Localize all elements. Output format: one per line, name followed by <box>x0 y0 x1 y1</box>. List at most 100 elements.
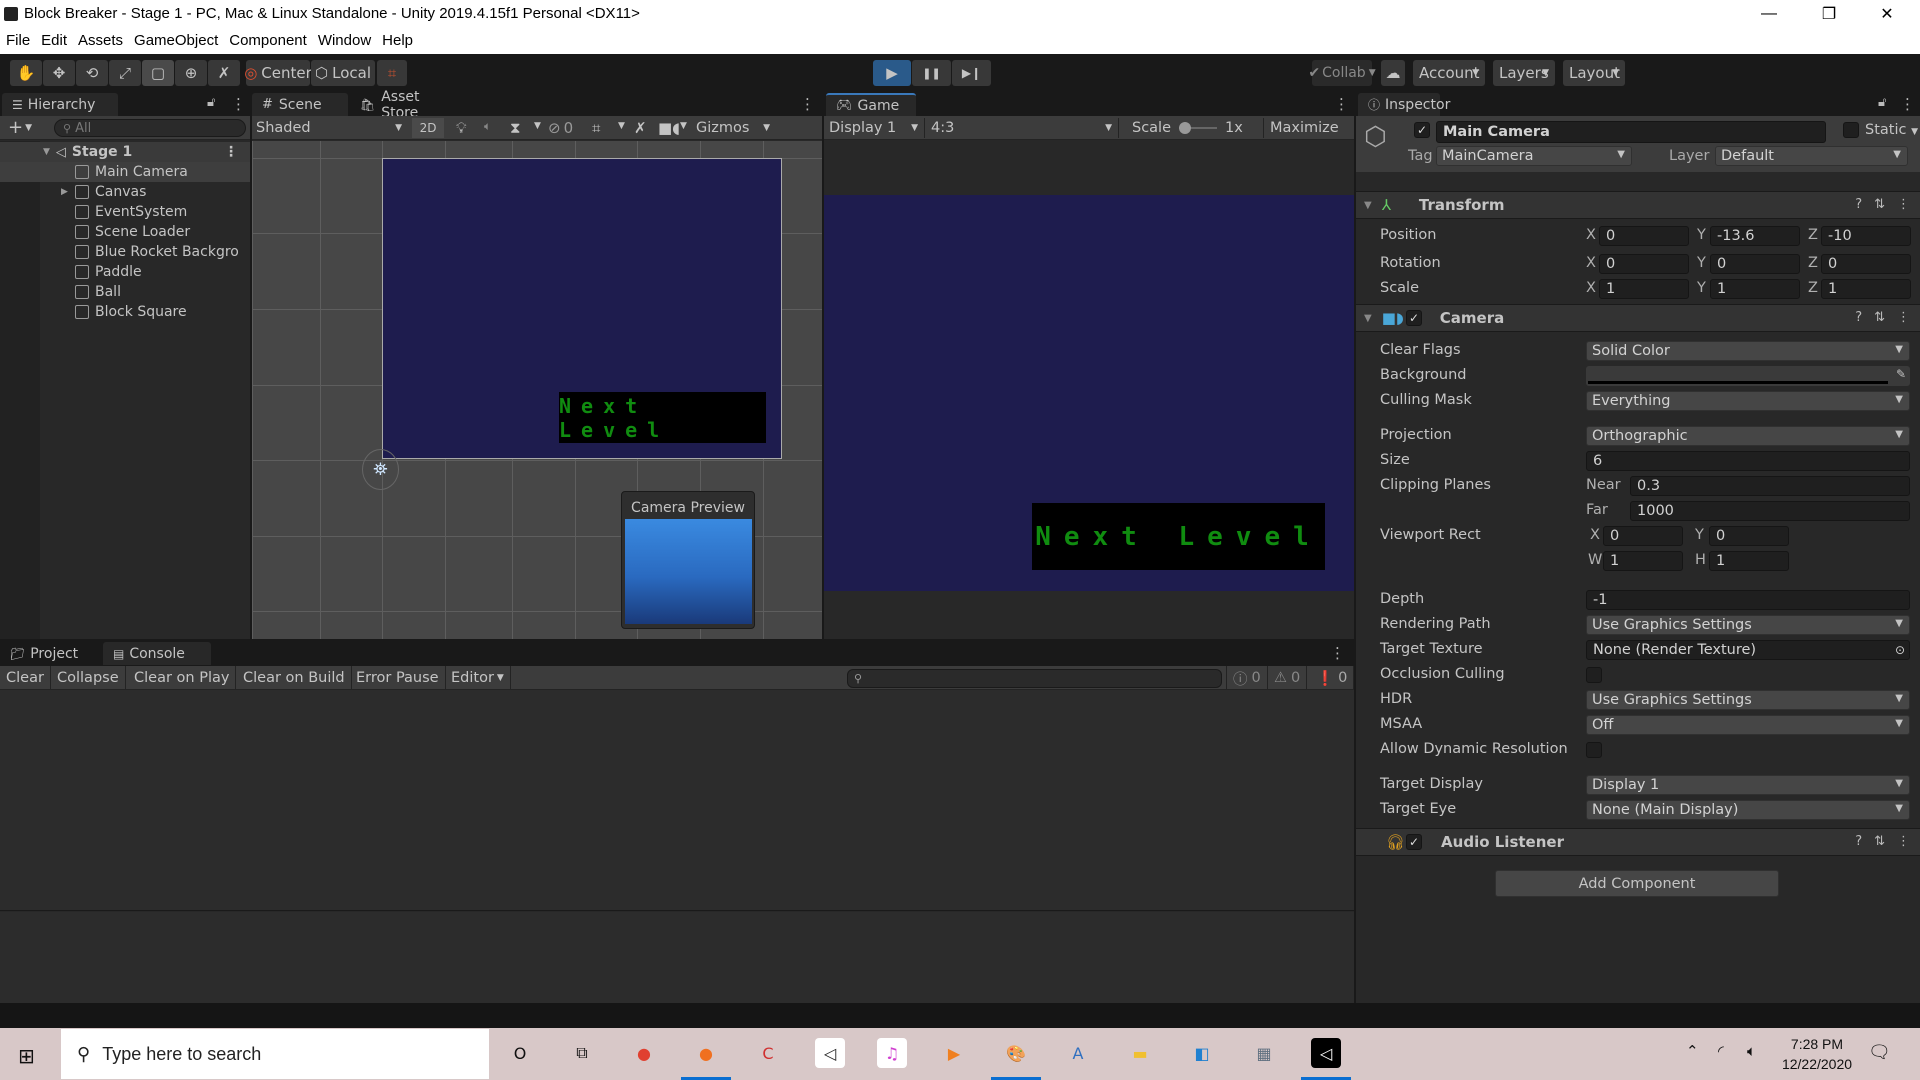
more-options-icon[interactable]: ⋮ <box>1900 95 1915 113</box>
tab-scene[interactable]: # Scene <box>252 93 348 116</box>
taskbar-app-itunes[interactable]: ♫ <box>877 1038 907 1068</box>
far-field[interactable]: 1000 <box>1630 501 1910 521</box>
hierarchy-item[interactable]: Paddle <box>0 262 250 282</box>
collapse-arrow-icon[interactable]: ▼ <box>1364 313 1372 324</box>
lighting-toggle-icon[interactable]: 💡︎ <box>456 119 467 137</box>
more-options-icon[interactable]: ⋮ <box>231 95 246 113</box>
hierarchy-item[interactable]: ▶ Canvas <box>0 182 250 202</box>
taskbar-app-unity[interactable]: ◁ <box>1311 1038 1341 1068</box>
depth-field[interactable]: -1 <box>1586 590 1910 610</box>
hierarchy-item[interactable]: Ball <box>0 282 250 302</box>
static-checkbox[interactable] <box>1843 122 1859 138</box>
rect-tool-button[interactable]: ▢ <box>142 60 174 86</box>
effects-toggle-icon[interactable]: ⧗ <box>510 119 521 137</box>
lock-icon[interactable]: 🔓︎ <box>207 95 215 110</box>
target-texture-field[interactable]: None (Render Texture) ⊙ <box>1586 640 1910 660</box>
hdr-dropdown[interactable]: Use Graphics Settings ▼ <box>1586 690 1910 710</box>
help-icon[interactable]: ? <box>1855 310 1862 325</box>
msaa-dropdown[interactable]: Off ▼ <box>1586 715 1910 735</box>
static-dropdown[interactable]: Static ▼ <box>1865 122 1918 138</box>
tab-console[interactable]: ▤ Console <box>103 642 211 665</box>
menu-gameobject[interactable]: GameObject <box>134 32 218 49</box>
custom-tool-button[interactable]: ✗ <box>208 60 240 86</box>
active-checkbox[interactable]: ✓ <box>1414 122 1430 138</box>
clear-flags-dropdown[interactable]: Solid Color ▼ <box>1586 341 1910 361</box>
chevron-down-icon[interactable]: ▼ <box>25 123 32 133</box>
position-y-field[interactable]: -13.6 <box>1710 226 1800 246</box>
tab-game[interactable]: 🎮︎ Game <box>826 93 916 116</box>
taskbar-app-control-panel[interactable]: ◧ <box>1187 1038 1217 1068</box>
rotation-x-field[interactable]: 0 <box>1599 254 1689 274</box>
pause-button[interactable]: ❚❚ <box>912 60 951 86</box>
taskbar-app-cortana[interactable]: O <box>505 1038 535 1068</box>
clear-on-build-button[interactable]: Clear on Build <box>237 666 352 690</box>
game-viewport[interactable]: Next Level <box>824 141 1354 639</box>
target-display-dropdown[interactable]: Display 1 ▼ <box>1586 775 1910 795</box>
menu-edit[interactable]: Edit <box>41 32 67 49</box>
camera-enabled-checkbox[interactable]: ✓ <box>1406 310 1422 326</box>
show-hidden-icons-chevron[interactable]: ⌃ <box>1686 1042 1699 1060</box>
next-level-button[interactable]: Next Level <box>559 392 766 443</box>
warning-filter-toggle[interactable]: ⚠ 0 <box>1268 666 1308 690</box>
action-center-icon[interactable]: 🗨︎ <box>1868 1042 1891 1063</box>
more-options-icon[interactable]: ⋮ <box>1897 834 1910 849</box>
help-icon[interactable]: ? <box>1855 834 1862 849</box>
move-tool-button[interactable]: ✥ <box>43 60 75 86</box>
tools-icon[interactable]: ✗ <box>634 119 647 137</box>
more-options-icon[interactable]: ⋮ <box>1897 197 1910 212</box>
cloud-button[interactable]: ☁ <box>1381 60 1405 86</box>
aspect-dropdown[interactable]: 4:3 ▼ <box>927 118 1119 138</box>
menu-assets[interactable]: Assets <box>78 32 123 49</box>
tag-dropdown[interactable]: MainCamera ▼ <box>1436 146 1632 166</box>
editor-dropdown[interactable]: Editor ▼ <box>445 666 511 690</box>
viewport-x-field[interactable]: 0 <box>1603 526 1683 546</box>
taskbar-clock[interactable]: 7:28 PM 12/22/2020 <box>1776 1034 1858 1074</box>
presets-icon[interactable]: ⇅ <box>1874 197 1885 212</box>
scene-viewport[interactable]: Next Level ⛯ Camera Preview <box>252 141 822 639</box>
more-options-icon[interactable]: ⋮ <box>224 144 238 160</box>
object-name-field[interactable]: Main Camera <box>1436 121 1826 143</box>
more-options-icon[interactable]: ⋮ <box>1897 310 1910 325</box>
console-log-area[interactable] <box>0 690 1354 911</box>
more-options-icon[interactable]: ⋮ <box>1330 644 1345 662</box>
display-dropdown[interactable]: Display 1 ▼ <box>829 118 925 138</box>
rendering-path-dropdown[interactable]: Use Graphics Settings ▼ <box>1586 615 1910 635</box>
taskbar-app-wordpad[interactable]: A <box>1063 1038 1093 1068</box>
projection-dropdown[interactable]: Orthographic ▼ <box>1586 426 1910 446</box>
hand-tool-button[interactable]: ✋ <box>10 60 42 86</box>
error-pause-button[interactable]: Error Pause <box>350 666 446 690</box>
scale-z-field[interactable]: 1 <box>1821 279 1911 299</box>
scale-tool-button[interactable]: ⤢ <box>109 60 141 86</box>
scale-slider[interactable] <box>1179 122 1218 134</box>
culling-mask-dropdown[interactable]: Everything ▼ <box>1586 391 1910 411</box>
tab-hierarchy[interactable]: ☰ Hierarchy <box>2 93 118 116</box>
gizmos-dropdown[interactable]: Gizmos ▼ <box>692 118 770 138</box>
taskbar-app-calculator[interactable]: ▦ <box>1249 1038 1279 1068</box>
layout-dropdown[interactable]: Layout ▼ <box>1563 60 1625 86</box>
rotation-z-field[interactable]: 0 <box>1821 254 1911 274</box>
account-dropdown[interactable]: Account ▼ <box>1413 60 1485 86</box>
taskbar-app-firefox[interactable]: ● <box>691 1038 721 1068</box>
layers-dropdown[interactable]: Layers ▼ <box>1493 60 1555 86</box>
transform-tool-button[interactable]: ⊕ <box>175 60 207 86</box>
tab-asset-store[interactable]: 🛍︎ Asset Store <box>350 89 460 121</box>
taskbar-app-file-explorer[interactable]: ▬ <box>1125 1038 1155 1068</box>
scale-y-field[interactable]: 1 <box>1710 279 1800 299</box>
more-options-icon[interactable]: ⋮ <box>1334 95 1349 113</box>
add-icon[interactable]: + <box>8 117 23 138</box>
taskbar-app-task-view[interactable]: ⧉ <box>567 1038 597 1068</box>
presets-icon[interactable]: ⇅ <box>1874 310 1885 325</box>
snap-button[interactable]: ⌗ <box>377 60 407 86</box>
rotation-y-field[interactable]: 0 <box>1710 254 1800 274</box>
taskbar-app-paint[interactable]: 🎨 <box>1001 1038 1031 1068</box>
shading-mode-dropdown[interactable]: Shaded ▼ <box>256 118 406 138</box>
menu-component[interactable]: Component <box>229 32 307 49</box>
lock-icon[interactable]: 🔓︎ <box>1878 95 1886 110</box>
tab-project[interactable]: 📁︎ Project <box>0 642 100 665</box>
taskbar-app-media-player[interactable]: ▶ <box>939 1038 969 1068</box>
scale-x-field[interactable]: 1 <box>1599 279 1689 299</box>
error-filter-toggle[interactable]: ❗ 0 <box>1310 666 1355 690</box>
chevron-down-icon[interactable]: ▼ <box>680 121 687 131</box>
taskbar-app-ccleaner[interactable]: C <box>753 1038 783 1068</box>
close-button[interactable]: ✕ <box>1864 0 1910 27</box>
